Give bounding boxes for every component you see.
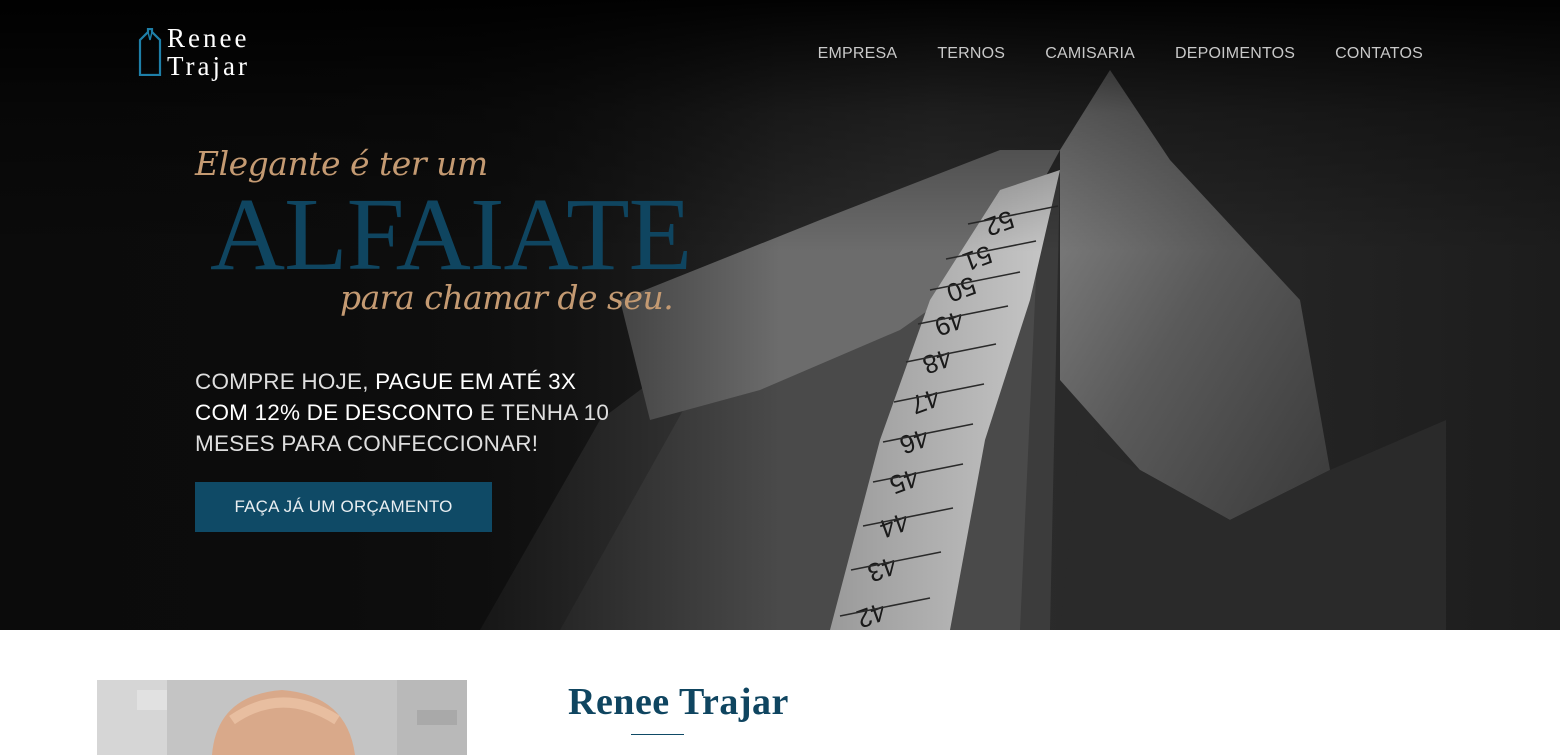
nav-item-ternos[interactable]: TERNOS [937, 44, 1005, 64]
logo-wordmark: Renee Trajar [167, 24, 250, 80]
hero-promo-text: COMPRE HOJE, PAGUE EM ATÉ 3X COM 12% DE … [195, 366, 635, 459]
request-quote-button[interactable]: FAÇA JÁ UM ORÇAMENTO [195, 482, 492, 532]
nav-item-empresa[interactable]: EMPRESA [818, 44, 898, 64]
founder-photo [97, 680, 467, 755]
main-nav: EMPRESA TERNOS CAMISARIA DEPOIMENTOS CON… [818, 44, 1423, 64]
promo-part-1: COMPRE HOJE, [195, 369, 376, 394]
nav-item-depoimentos[interactable]: DEPOIMENTOS [1175, 44, 1295, 64]
title-divider [631, 734, 684, 735]
nav-item-contatos[interactable]: CONTATOS [1335, 44, 1423, 64]
hero-photo-shirt-collar-measuring-tape: 5251504948474645444342 [0, 0, 1560, 630]
site-logo[interactable]: Renee Trajar [136, 24, 276, 86]
hero-banner: 5251504948474645444342 Renee Trajar EMPR… [0, 0, 1560, 630]
about-title: Renee Trajar [568, 681, 789, 723]
hero-tagline: para chamar de seu. [340, 278, 674, 317]
logo-line-1: Renee [167, 23, 250, 53]
hero-headline: ALFAIATE [210, 177, 692, 292]
logo-line-2: Trajar [167, 51, 250, 81]
nav-item-camisaria[interactable]: CAMISARIA [1045, 44, 1135, 64]
suit-jacket-icon [138, 28, 162, 76]
